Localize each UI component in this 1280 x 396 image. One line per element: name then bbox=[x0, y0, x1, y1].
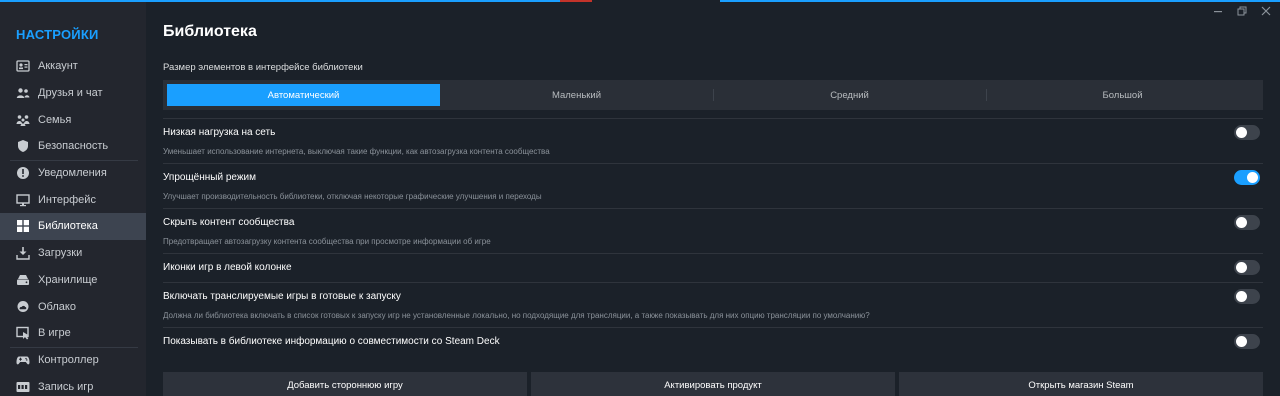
size-option-medium[interactable]: Средний bbox=[713, 84, 986, 106]
download-icon bbox=[16, 246, 30, 260]
in-game-icon bbox=[16, 326, 30, 340]
grid-icon bbox=[16, 219, 30, 233]
monitor-icon bbox=[16, 193, 30, 207]
setting-game-icons: Иконки игр в левой колонке bbox=[163, 253, 1263, 282]
setting-low-bandwidth: Низкая нагрузка на сеть Уменьшает исполь… bbox=[163, 118, 1263, 163]
sidebar-item-downloads[interactable]: Загрузки bbox=[0, 240, 146, 267]
game-icons-toggle[interactable] bbox=[1234, 260, 1260, 275]
low-bandwidth-toggle[interactable] bbox=[1234, 125, 1260, 140]
setting-name: Иконки игр в левой колонке bbox=[163, 262, 292, 273]
setting-description: Улучшает производительность библиотеки, … bbox=[163, 192, 542, 201]
setting-streamable-games: Включать транслируемые игры в готовые к … bbox=[163, 282, 1263, 327]
sidebar-item-label: Аккаунт bbox=[38, 60, 78, 73]
sidebar-item-label: Семья bbox=[38, 113, 72, 126]
sidebar-item-label: Друзья и чат bbox=[38, 87, 103, 100]
low-performance-toggle[interactable] bbox=[1234, 170, 1260, 185]
setting-name: Показывать в библиотеке информацию о сов… bbox=[163, 336, 500, 347]
minimize-icon[interactable] bbox=[1212, 5, 1224, 17]
setting-name: Скрыть контент сообщества bbox=[163, 217, 295, 228]
settings-sidebar: НАСТРОЙКИ Аккаунт Друзья и чат Семья Без… bbox=[0, 2, 146, 396]
sidebar-item-recording[interactable]: Запись игр bbox=[0, 373, 146, 396]
setting-steam-deck-compat: Показывать в библиотеке информацию о сов… bbox=[163, 327, 1263, 357]
sidebar-item-storage[interactable]: Хранилище bbox=[0, 267, 146, 294]
sidebar-item-label: Интерфейс bbox=[38, 193, 96, 206]
setting-hide-community: Скрыть контент сообщества Предотвращает … bbox=[163, 208, 1263, 253]
window-controls bbox=[1212, 5, 1272, 17]
sidebar-nav: Аккаунт Друзья и чат Семья Безопасность … bbox=[0, 53, 146, 396]
sidebar-item-library[interactable]: Библиотека bbox=[0, 213, 146, 240]
sidebar-item-label: Уведомления bbox=[38, 167, 107, 180]
alert-icon bbox=[16, 166, 30, 180]
divider bbox=[163, 208, 1263, 209]
restore-icon[interactable] bbox=[1236, 5, 1248, 17]
setting-description: Должна ли библиотека включать в список г… bbox=[163, 311, 870, 320]
sidebar-item-family[interactable]: Семья bbox=[0, 106, 146, 133]
sidebar-item-label: Облако bbox=[38, 300, 76, 313]
sidebar-item-label: Контроллер bbox=[38, 353, 99, 366]
page-title: Библиотека bbox=[163, 23, 257, 40]
size-option-large[interactable]: Большой bbox=[986, 84, 1259, 106]
sidebar-item-cloud[interactable]: Облако bbox=[0, 293, 146, 320]
setting-low-performance: Упрощённый режим Улучшает производительн… bbox=[163, 163, 1263, 208]
setting-name: Низкая нагрузка на сеть bbox=[163, 127, 276, 138]
settings-content: Библиотека Размер элементов в интерфейсе… bbox=[146, 2, 1280, 396]
family-icon bbox=[16, 113, 30, 127]
size-option-automatic[interactable]: Автоматический bbox=[167, 84, 440, 106]
setting-name: Упрощённый режим bbox=[163, 172, 256, 183]
sidebar-item-label: Загрузки bbox=[38, 247, 83, 260]
hide-community-toggle[interactable] bbox=[1234, 215, 1260, 230]
sidebar-item-label: Хранилище bbox=[38, 273, 98, 286]
streamable-games-toggle[interactable] bbox=[1234, 289, 1260, 304]
sidebar-item-friends[interactable]: Друзья и чат bbox=[0, 80, 146, 107]
divider bbox=[163, 282, 1263, 283]
shield-icon bbox=[16, 139, 30, 153]
gamepad-icon bbox=[16, 353, 30, 367]
size-option-small[interactable]: Маленький bbox=[440, 84, 713, 106]
steam-deck-compat-toggle[interactable] bbox=[1234, 334, 1260, 349]
divider bbox=[163, 118, 1263, 119]
sidebar-item-label: Безопасность bbox=[38, 140, 109, 153]
divider bbox=[163, 253, 1263, 254]
sidebar-title: НАСТРОЙКИ bbox=[16, 27, 99, 42]
element-size-label: Размер элементов в интерфейсе библиотеки bbox=[163, 62, 363, 73]
friends-icon bbox=[16, 86, 30, 100]
divider bbox=[163, 327, 1263, 328]
sidebar-item-in-game[interactable]: В игре bbox=[0, 320, 146, 347]
rec-icon bbox=[16, 380, 30, 394]
setting-description: Уменьшает использование интернета, выклю… bbox=[163, 147, 550, 156]
setting-description: Предотвращает автозагрузку контента сооб… bbox=[163, 237, 491, 246]
add-non-steam-game-button[interactable]: Добавить стороннюю игру bbox=[163, 372, 527, 396]
library-action-buttons: Добавить стороннюю игру Активировать про… bbox=[163, 372, 1263, 396]
sidebar-item-label: В игре bbox=[38, 327, 71, 340]
sidebar-item-security[interactable]: Безопасность bbox=[0, 133, 146, 160]
cloud-icon bbox=[16, 300, 30, 314]
sidebar-item-label: Библиотека bbox=[38, 220, 98, 233]
sidebar-item-interface[interactable]: Интерфейс bbox=[0, 186, 146, 213]
sidebar-item-account[interactable]: Аккаунт bbox=[0, 53, 146, 80]
account-card-icon bbox=[16, 59, 30, 73]
close-icon[interactable] bbox=[1260, 5, 1272, 17]
sidebar-item-label: Запись игр bbox=[38, 380, 94, 393]
element-size-selector: Автоматический Маленький Средний Большой bbox=[163, 80, 1263, 110]
activate-product-button[interactable]: Активировать продукт bbox=[531, 372, 895, 396]
open-store-button[interactable]: Открыть магазин Steam bbox=[899, 372, 1263, 396]
setting-name: Включать транслируемые игры в готовые к … bbox=[163, 291, 401, 302]
sidebar-item-notifications[interactable]: Уведомления bbox=[0, 159, 146, 187]
sidebar-item-controller[interactable]: Контроллер bbox=[0, 346, 146, 374]
divider bbox=[163, 163, 1263, 164]
storage-icon bbox=[16, 273, 30, 287]
